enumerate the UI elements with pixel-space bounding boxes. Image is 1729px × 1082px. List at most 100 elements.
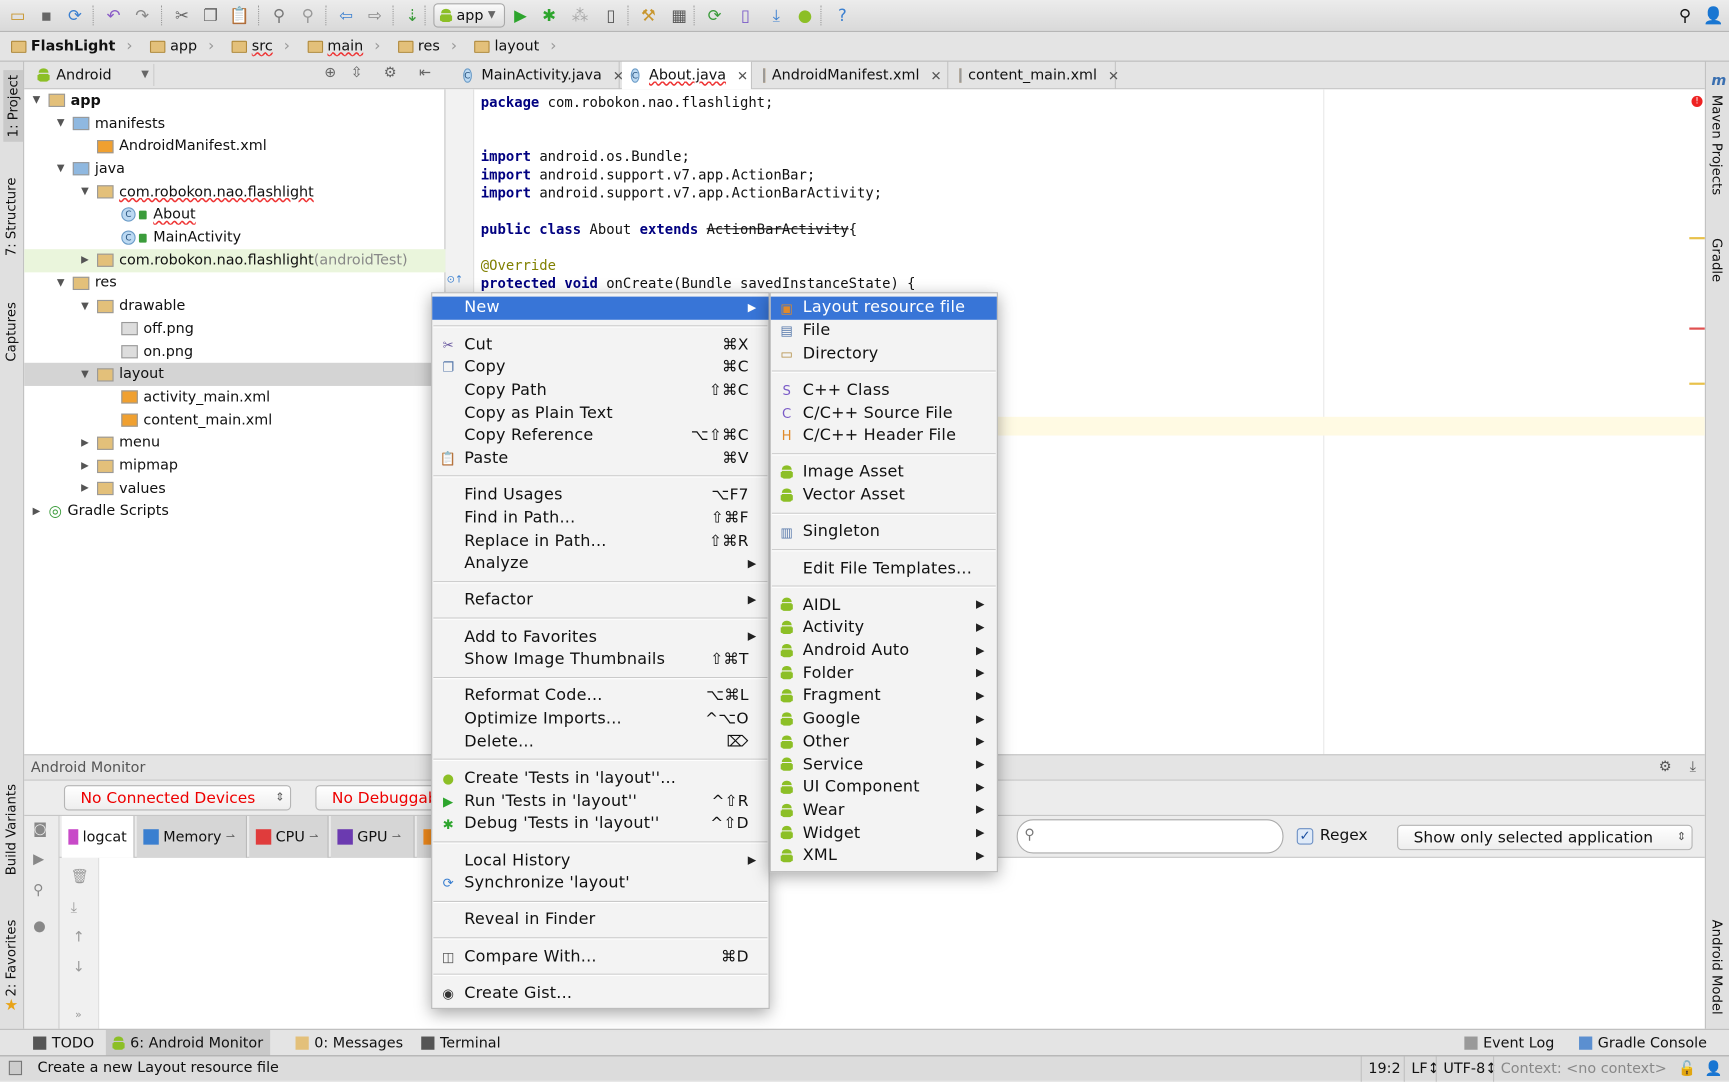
editor-tab[interactable]: content_main.xml ✕ bbox=[951, 61, 1119, 90]
new-item-image-asset[interactable]: Image Asset bbox=[771, 461, 997, 484]
collapse-arrow-icon[interactable]: ▶ bbox=[31, 506, 42, 517]
close-tab-icon[interactable]: ✕ bbox=[737, 68, 748, 83]
sync-icon[interactable]: ⟳ bbox=[64, 4, 86, 26]
tree-item[interactable]: off.png bbox=[24, 318, 445, 341]
cut-icon[interactable]: ✂ bbox=[171, 4, 193, 26]
expand-arrow-icon[interactable]: ▼ bbox=[31, 95, 42, 106]
terminate-icon[interactable]: ● bbox=[33, 919, 46, 936]
pin-icon[interactable]: ⇀ bbox=[392, 831, 401, 843]
menu-item-find-usages[interactable]: Find Usages ⌥F7 bbox=[432, 484, 768, 507]
breadcrumb-item[interactable]: app › bbox=[148, 37, 230, 55]
tool-window-button[interactable]: TODO bbox=[26, 1030, 100, 1056]
menu-item-copy[interactable]: ❐ Copy ⌘C bbox=[432, 356, 768, 379]
breadcrumb-item[interactable]: src › bbox=[230, 37, 306, 55]
project-structure-icon[interactable]: ⚒ bbox=[637, 4, 659, 26]
redo-icon[interactable]: ↷ bbox=[131, 4, 153, 26]
menu-item-local-history[interactable]: Local History ▶ bbox=[432, 849, 768, 872]
save-icon[interactable]: ▪ bbox=[35, 4, 57, 26]
captures-tool-button[interactable]: Captures bbox=[3, 302, 18, 362]
override-marker-icon[interactable]: ⊙↑ bbox=[447, 275, 464, 286]
scroll-to-end-icon[interactable]: ⤓ bbox=[71, 900, 77, 917]
new-item-folder[interactable]: Folder ▶ bbox=[771, 662, 997, 685]
make-project-icon[interactable]: ⇣ bbox=[401, 4, 423, 26]
tree-item[interactable]: activity_main.xml bbox=[24, 386, 445, 409]
help-icon[interactable]: ? bbox=[831, 4, 853, 26]
device-select[interactable]: No Connected Devices ⇕ bbox=[63, 785, 292, 811]
new-item-c-c-header-file[interactable]: H C/C++ Header File bbox=[771, 424, 997, 447]
logcat-search-field[interactable]: ⚲ bbox=[1016, 819, 1284, 854]
expand-arrow-icon[interactable]: ▼ bbox=[79, 187, 90, 198]
menu-item-reformat-code[interactable]: Reformat Code... ⌥⌘L bbox=[432, 685, 768, 708]
menu-item-analyze[interactable]: Analyze ▶ bbox=[432, 552, 768, 575]
menu-item-compare-with[interactable]: ◫ Compare With... ⌘D bbox=[432, 945, 768, 968]
breadcrumb-item[interactable]: FlashLight › bbox=[9, 37, 148, 55]
tree-item[interactable]: ▶ ◎ Gradle Scripts bbox=[24, 500, 445, 523]
device-icon[interactable]: ▯ bbox=[600, 4, 622, 26]
menu-item-paste[interactable]: 📋 Paste ⌘V bbox=[432, 447, 768, 470]
more-icon[interactable]: » bbox=[75, 1009, 82, 1021]
menu-item-create-tests-in-layout[interactable]: ● Create 'Tests in 'layout''... bbox=[432, 767, 768, 790]
tree-item[interactable]: C MainActivity bbox=[24, 226, 445, 249]
tool-window-button[interactable]: Terminal bbox=[415, 1030, 508, 1056]
find-icon[interactable]: ⚲ bbox=[268, 4, 290, 26]
new-item-android-auto[interactable]: Android Auto ▶ bbox=[771, 639, 997, 662]
hide-panel-icon[interactable]: ⤓ bbox=[1690, 759, 1696, 776]
editor-tab[interactable]: AndroidManifest.xml ✕ bbox=[754, 61, 949, 90]
replace-icon[interactable]: ⚲ bbox=[297, 4, 319, 26]
editor-tab[interactable]: C MainActivity.java ✕ bbox=[454, 61, 624, 90]
error-marker[interactable] bbox=[1689, 327, 1705, 330]
sdk-manager-icon[interactable]: ▦ bbox=[668, 4, 690, 26]
collapse-arrow-icon[interactable]: ▶ bbox=[79, 438, 90, 449]
caret-position[interactable]: 19:2 bbox=[1360, 1056, 1408, 1082]
sync-gradle-icon[interactable]: ⟳ bbox=[704, 4, 726, 26]
avd-manager-icon[interactable]: ▯ bbox=[734, 4, 756, 26]
new-item-edit-file-templates[interactable]: Edit File Templates... bbox=[771, 557, 997, 580]
new-item-xml[interactable]: XML ▶ bbox=[771, 845, 997, 868]
tool-window-button[interactable]: Gradle Console bbox=[1572, 1030, 1713, 1056]
tree-item[interactable]: ▼ drawable bbox=[24, 295, 445, 318]
expand-arrow-icon[interactable]: ▼ bbox=[55, 118, 66, 129]
logcat-search-input[interactable] bbox=[1044, 825, 1265, 843]
menu-item-replace-in-path[interactable]: Replace in Path... ⇧⌘R bbox=[432, 529, 768, 552]
tree-item[interactable]: ▼ layout bbox=[24, 363, 446, 387]
paste-icon[interactable]: 📋 bbox=[228, 4, 250, 26]
tree-item[interactable]: ▶ com.robokon.nao.flashlight (androidTest… bbox=[24, 249, 446, 272]
android-icon[interactable]: ● bbox=[794, 4, 816, 26]
menu-item-cut[interactable]: ✂ Cut ⌘X bbox=[432, 333, 768, 356]
build-variants-tool-button[interactable]: Build Variants bbox=[3, 784, 18, 875]
tree-item[interactable]: on.png bbox=[24, 340, 445, 363]
gear-icon[interactable]: ⚙ bbox=[1659, 759, 1672, 776]
error-indicator-icon[interactable]: ! bbox=[1691, 95, 1703, 107]
forward-icon[interactable]: ⇨ bbox=[364, 4, 386, 26]
new-item-fragment[interactable]: Fragment ▶ bbox=[771, 685, 997, 708]
new-item-service[interactable]: Service ▶ bbox=[771, 753, 997, 776]
tree-item[interactable]: ▶ menu bbox=[24, 432, 445, 455]
menu-item-add-to-favorites[interactable]: Add to Favorites ▶ bbox=[432, 625, 768, 648]
pin-icon[interactable]: ⇀ bbox=[309, 831, 318, 843]
new-item-wear[interactable]: Wear ▶ bbox=[771, 799, 997, 822]
arrow-up-icon[interactable]: ↑ bbox=[73, 930, 85, 947]
debug-icon[interactable]: ✱ bbox=[538, 4, 560, 26]
menu-item-new[interactable]: New ▶ bbox=[432, 296, 769, 320]
new-item-aidl[interactable]: AIDL ▶ bbox=[771, 594, 997, 617]
menu-item-refactor[interactable]: Refactor ▶ bbox=[432, 589, 768, 612]
inspector-icon[interactable]: 👤 bbox=[1705, 1061, 1723, 1078]
warning-marker[interactable] bbox=[1689, 382, 1705, 385]
tool-window-button[interactable]: Event Log bbox=[1458, 1030, 1561, 1056]
collapse-arrow-icon[interactable]: ▶ bbox=[79, 255, 90, 266]
menu-item-show-image-thumbnails[interactable]: Show Image Thumbnails ⇧⌘T bbox=[432, 648, 768, 671]
screen-record-icon[interactable]: ▶ bbox=[33, 851, 44, 868]
menu-item-find-in-path[interactable]: Find in Path... ⇧⌘F bbox=[432, 507, 768, 530]
tree-item[interactable]: AndroidManifest.xml bbox=[24, 135, 445, 158]
collapse-arrow-icon[interactable]: ▶ bbox=[79, 483, 90, 494]
project-view-select[interactable]: Android ▼ bbox=[31, 63, 155, 87]
gradle-tool-button[interactable]: Gradle bbox=[1709, 238, 1724, 282]
collapse-arrow-icon[interactable]: ▶ bbox=[79, 460, 90, 471]
new-item-layout-resource-file[interactable]: ▣ Layout resource file bbox=[770, 296, 997, 320]
warning-marker[interactable] bbox=[1689, 237, 1705, 240]
new-item-directory[interactable]: ▭ Directory bbox=[771, 342, 997, 365]
close-tab-icon[interactable]: ✕ bbox=[1108, 68, 1119, 83]
expand-arrow-icon[interactable]: ▼ bbox=[79, 369, 90, 380]
tool-window-button[interactable]: 6: Android Monitor bbox=[105, 1029, 270, 1057]
tree-item[interactable]: ▼ com.robokon.nao.flashlight bbox=[24, 181, 445, 204]
